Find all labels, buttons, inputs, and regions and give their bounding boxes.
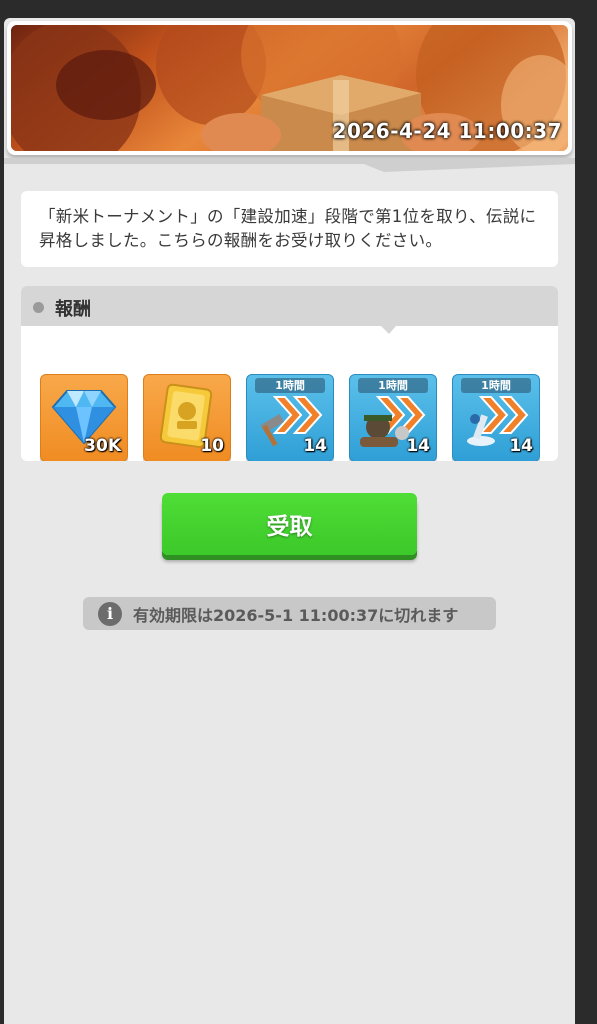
reward-qty: 14 <box>509 436 533 456</box>
duration-tag: 1時間 <box>461 378 531 393</box>
duration-tag: 1時間 <box>358 378 428 393</box>
rewards-section: 報酬 30K 10 1時間 14 1時間 14 1時間 14 <box>21 286 558 461</box>
reward-item-training-speedup[interactable]: 1時間 14 <box>349 374 437 461</box>
banner-timestamp: 2026-4-24 11:00:37 <box>332 119 562 143</box>
info-icon: i <box>98 601 122 626</box>
banner-frame: 2026-4-24 11:00:37 <box>7 21 572 155</box>
mail-detail-panel: 2026-4-24 11:00:37 「新米トーナメント」の「建設加速」段階で第… <box>4 18 575 1024</box>
reward-qty: 30K <box>84 436 121 456</box>
reward-item-research-speedup[interactable]: 1時間 14 <box>452 374 540 461</box>
expiry-notice: i 有効期限は2026-5-1 11:00:37に切れます <box>83 597 496 630</box>
reward-qty: 10 <box>200 436 224 456</box>
reward-item-build-speedup[interactable]: 1時間 14 <box>246 374 334 461</box>
reward-qty: 14 <box>406 436 430 456</box>
rewards-title: 報酬 <box>55 299 91 320</box>
reward-item-diamond[interactable]: 30K <box>40 374 128 461</box>
message-text: 「新米トーナメント」の「建設加速」段階で第1位を取り、伝説に昇格しました。こちら… <box>39 207 537 250</box>
duration-tag: 1時間 <box>255 378 325 393</box>
claim-button[interactable]: 受取 <box>162 493 417 555</box>
reward-qty: 14 <box>303 436 327 456</box>
rewards-header: 報酬 <box>21 286 558 334</box>
banner-image: 2026-4-24 11:00:37 <box>11 25 568 151</box>
expiry-text: 有効期限は2026-5-1 11:00:37に切れます <box>133 605 459 625</box>
reward-item-gold-card[interactable]: 10 <box>143 374 231 461</box>
banner-divider <box>4 158 575 172</box>
message-box: 「新米トーナメント」の「建設加速」段階で第1位を取り、伝説に昇格しました。こちら… <box>21 191 558 267</box>
bullet-icon <box>33 302 44 313</box>
